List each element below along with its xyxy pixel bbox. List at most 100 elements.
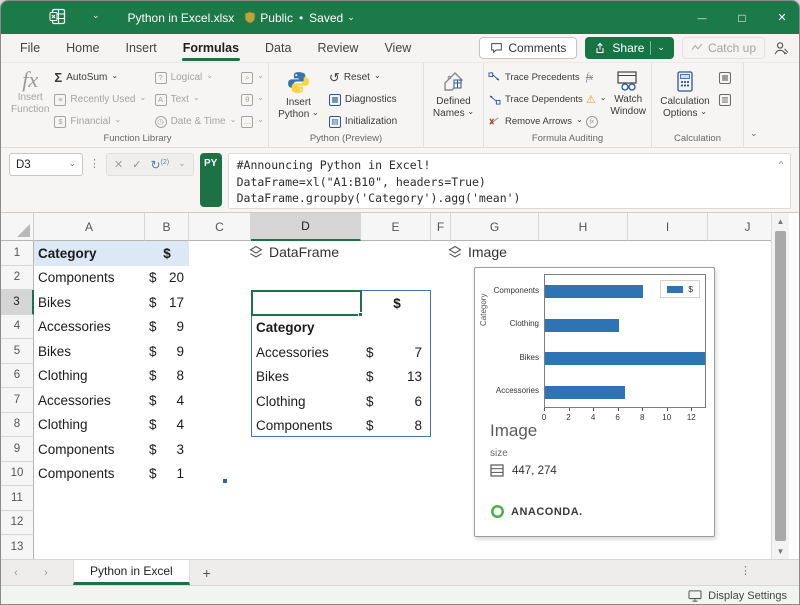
cell-B2[interactable]: $20 [145, 266, 189, 291]
financial-button[interactable]: $Financial [54, 114, 149, 129]
menu-tab-formulas[interactable]: Formulas [170, 36, 252, 60]
row-header-9[interactable]: 9 [1, 437, 34, 462]
document-title[interactable]: Python in Excel.xlsx [128, 11, 235, 25]
name-box[interactable]: D3 [9, 153, 83, 176]
column-header-A[interactable]: A [34, 213, 145, 241]
share-button[interactable]: Share [585, 37, 674, 59]
cell-B9[interactable]: $3 [145, 437, 189, 462]
spill-cell-E6[interactable]: $13 [362, 365, 432, 390]
column-header-B[interactable]: B [145, 213, 189, 241]
recently-used-button[interactable]: ≡Recently Used [54, 92, 149, 107]
row-header-10[interactable]: 10 [1, 462, 34, 487]
next-sheet-button[interactable] [31, 560, 61, 585]
spill-cell-D8[interactable]: Components [256, 414, 362, 439]
save-status[interactable]: Saved [309, 11, 355, 25]
row-header-6[interactable]: 6 [1, 364, 34, 389]
column-header-I[interactable]: I [628, 213, 708, 241]
python-image-card[interactable]: Category $ ComponentsClothingBikesAccess… [474, 267, 715, 537]
scrollbar-thumb[interactable] [775, 231, 786, 541]
cell-A8[interactable]: Clothing [38, 413, 144, 438]
fill-handle[interactable] [358, 312, 363, 317]
cell-A4[interactable]: Accessories [38, 315, 144, 340]
dataframe-spill-range[interactable]: $ Category Accessories$7Bikes$13Clothing… [251, 290, 431, 437]
evaluate-formula-button[interactable]: fx [586, 114, 607, 129]
column-header-C[interactable]: C [189, 213, 251, 241]
cell-B6[interactable]: $8 [145, 364, 189, 389]
quick-access-caret-icon[interactable] [92, 12, 100, 23]
scroll-up-icon[interactable]: ▲ [772, 213, 789, 229]
cell-A9[interactable]: Components [38, 437, 144, 462]
select-all-button[interactable] [1, 213, 34, 241]
autosum-button[interactable]: AutoSum [54, 70, 149, 85]
menu-tab-file[interactable]: File [7, 36, 53, 60]
formula-bar-options-icon[interactable]: ⋮ [89, 157, 100, 170]
text-button[interactable]: AText [155, 92, 237, 107]
remove-arrows-button[interactable]: Remove Arrows [488, 114, 583, 129]
calculation-options-button[interactable]: Calculation Options [656, 67, 714, 132]
add-sheet-button[interactable] [190, 560, 224, 585]
prev-sheet-button[interactable] [1, 560, 31, 585]
collapse-formula-bar-icon[interactable]: ⌃ [778, 158, 784, 175]
menu-tab-review[interactable]: Review [304, 36, 371, 60]
formula-input[interactable]: #Announcing Python in Excel! DataFrame=x… [228, 153, 791, 209]
cell-A2[interactable]: Components [38, 266, 144, 291]
cell-A6[interactable]: Clothing [38, 364, 144, 389]
image-object-label[interactable]: Image [448, 244, 507, 260]
cell-B4[interactable]: $9 [145, 315, 189, 340]
calculate-now-button[interactable]: ▦ [719, 70, 739, 85]
selected-cell-D3[interactable] [251, 290, 362, 316]
enter-icon[interactable]: ✓ [132, 158, 141, 171]
row-header-11[interactable]: 11 [1, 486, 34, 511]
spill-cell-E7[interactable]: $6 [362, 389, 432, 414]
math-trig-button[interactable]: θ [241, 92, 264, 107]
cell-A1[interactable]: Category [38, 241, 144, 266]
trace-precedents-button[interactable]: Trace Precedents [488, 70, 583, 85]
people-icon[interactable] [773, 41, 789, 56]
cell-A5[interactable]: Bikes [38, 339, 144, 364]
column-header-F[interactable]: F [431, 213, 451, 241]
cancel-icon[interactable]: ✕ [114, 158, 123, 171]
spill-value-header[interactable]: $ [362, 291, 432, 316]
row-header-4[interactable]: 4 [1, 315, 34, 340]
error-checking-button[interactable] [586, 92, 607, 107]
spill-cell-D7[interactable]: Clothing [256, 389, 362, 414]
maximize-button[interactable] [735, 11, 749, 25]
diagnostics-button[interactable]: ▦Diagnostics [329, 92, 419, 107]
trace-dependents-button[interactable]: Trace Dependents [488, 92, 583, 107]
cell-B10[interactable]: $1 [145, 462, 189, 487]
spill-cell-D5[interactable]: Accessories [256, 340, 362, 365]
minimize-button[interactable] [695, 12, 709, 24]
date-time-button[interactable]: ◷Date & Time [155, 114, 237, 129]
cell-A7[interactable]: Accessories [38, 388, 144, 413]
spill-cell-E8[interactable]: $8 [362, 414, 432, 439]
menu-tab-home[interactable]: Home [53, 36, 112, 60]
spill-cell-E5[interactable]: $7 [362, 340, 432, 365]
catch-up-button[interactable]: Catch up [682, 37, 765, 59]
calculate-sheet-button[interactable]: ▥ [719, 92, 739, 107]
watch-window-button[interactable]: Watch Window [609, 67, 647, 132]
display-settings-button[interactable]: Display Settings [708, 590, 787, 602]
close-button[interactable] [775, 11, 789, 24]
column-header-D[interactable]: D [251, 213, 361, 241]
lookup-reference-button[interactable]: ⌕ [241, 70, 264, 85]
more-functions-button[interactable]: … [241, 114, 264, 129]
row-header-1[interactable]: 1 [1, 241, 34, 266]
dataframe-object-label[interactable]: DataFrame [249, 244, 339, 260]
formula-mode-caret-icon[interactable] [178, 159, 186, 171]
menu-tab-insert[interactable]: Insert [113, 36, 170, 60]
row-header-13[interactable]: 13 [1, 535, 34, 560]
cell-B7[interactable]: $4 [145, 388, 189, 413]
sheet-tab-active[interactable]: Python in Excel [73, 560, 190, 585]
row-header-2[interactable]: 2 [1, 266, 34, 291]
row-header-3[interactable]: 3 [1, 290, 34, 315]
insert-python-button[interactable]: Insert Python [273, 67, 324, 132]
vertical-scrollbar[interactable]: ▲ ▼ [771, 213, 789, 559]
cell-B5[interactable]: $9 [145, 339, 189, 364]
scroll-down-icon[interactable]: ▼ [772, 543, 789, 559]
row-header-7[interactable]: 7 [1, 388, 34, 413]
column-header-E[interactable]: E [361, 213, 431, 241]
row-header-8[interactable]: 8 [1, 413, 34, 438]
reset-button[interactable]: Reset [329, 70, 419, 85]
menu-tab-data[interactable]: Data [252, 36, 304, 60]
column-header-H[interactable]: H [539, 213, 628, 241]
